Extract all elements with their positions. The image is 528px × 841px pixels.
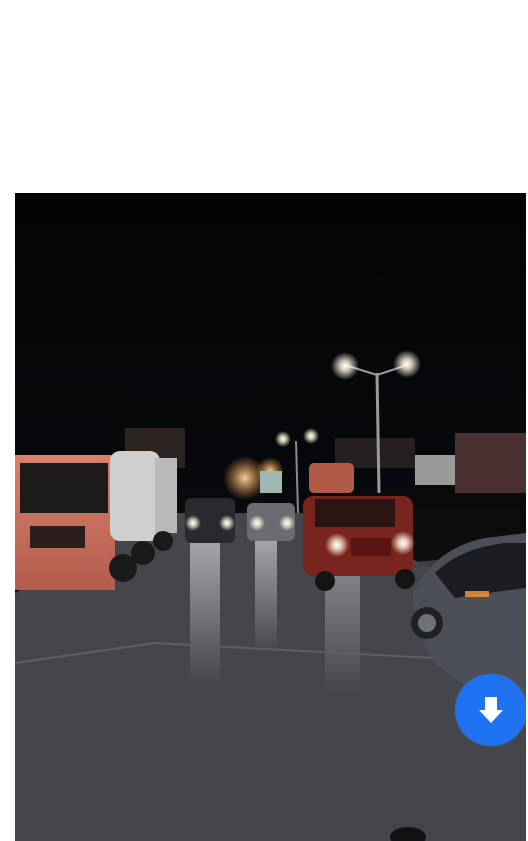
page — [0, 0, 528, 841]
download-button[interactable] — [455, 674, 526, 746]
download-arrow-icon — [479, 697, 503, 723]
video-frame[interactable] — [15, 193, 526, 841]
night-road-scene — [15, 193, 526, 841]
